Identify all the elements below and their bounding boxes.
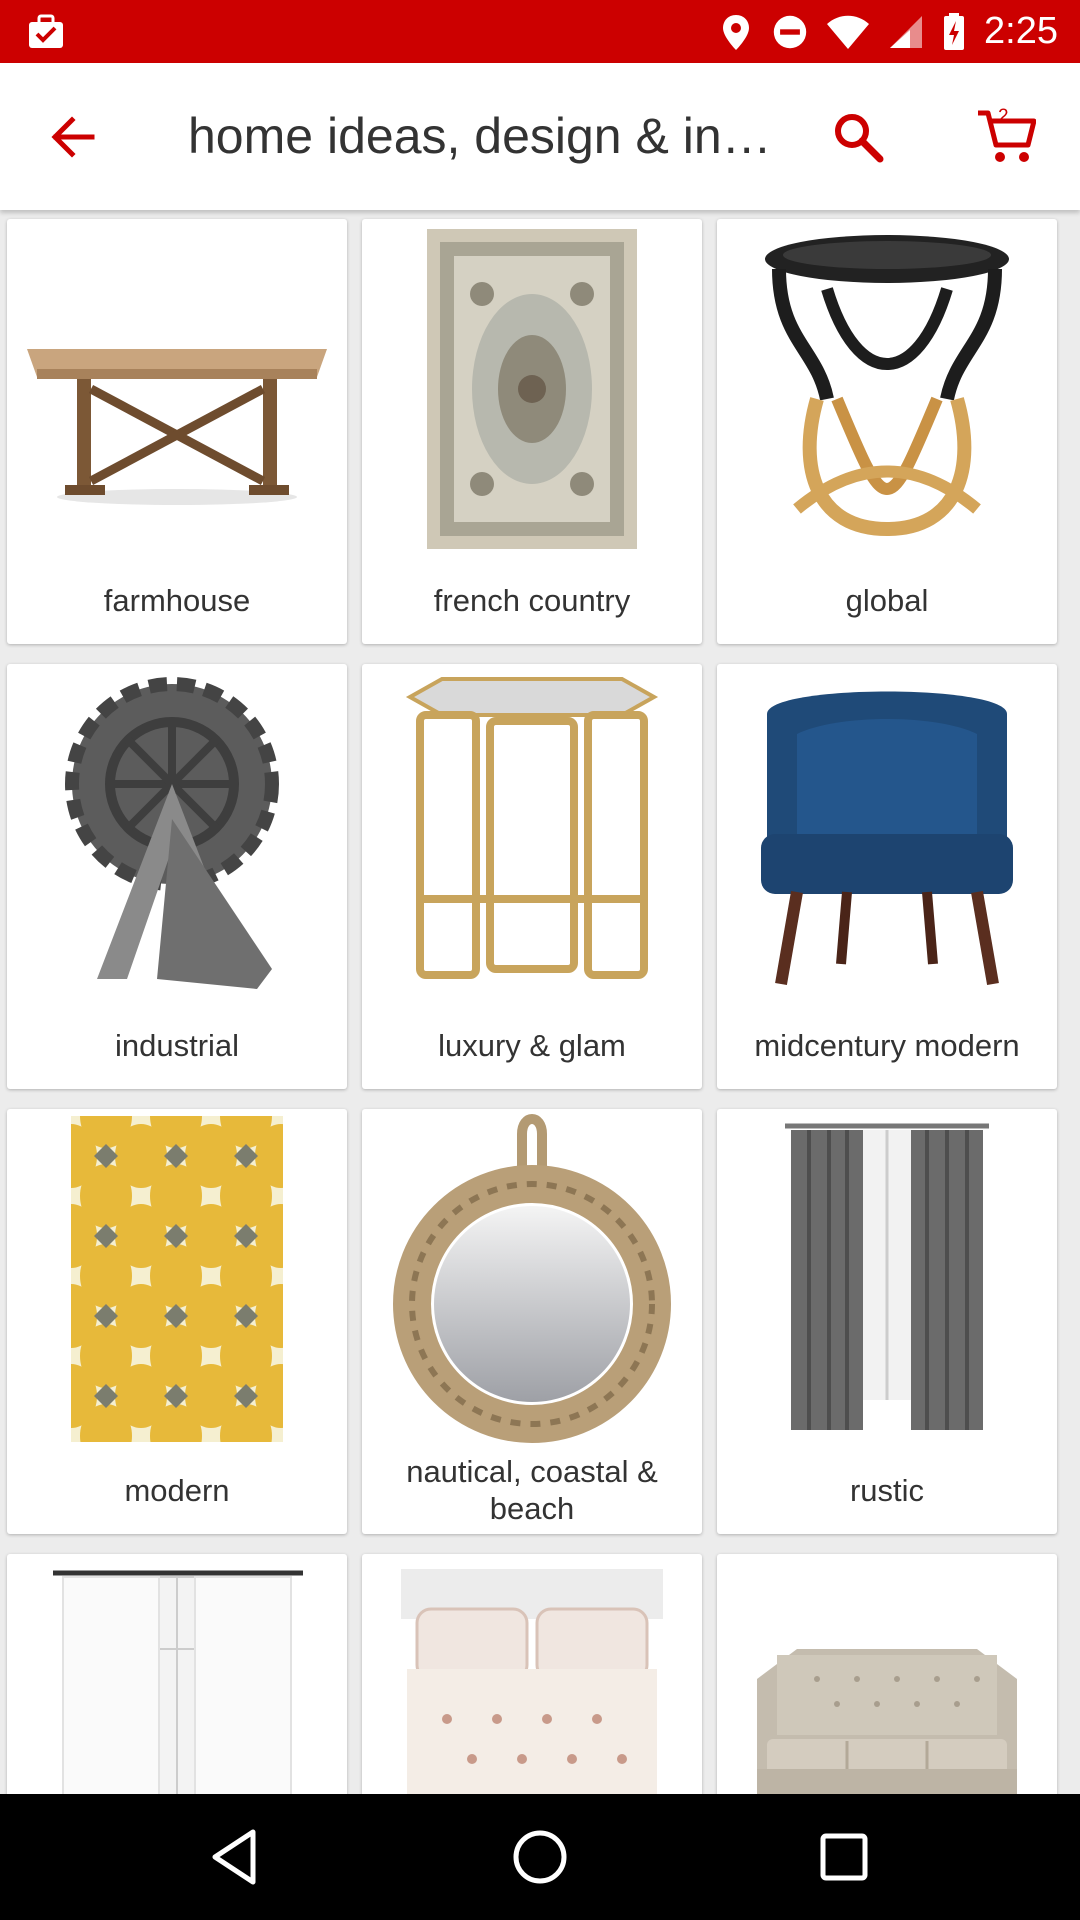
system-nav-bar (0, 1794, 1080, 1920)
back-triangle-icon[interactable] (203, 1824, 269, 1890)
recents-square-icon[interactable] (811, 1824, 877, 1890)
category-card-rustic[interactable]: rustic (717, 1109, 1057, 1534)
category-image (362, 1109, 702, 1449)
category-image (7, 1554, 347, 1794)
category-card-modern[interactable]: modern (7, 1109, 347, 1534)
category-card-nautical-coastal-beach[interactable]: nautical, coastal & beach (362, 1109, 702, 1534)
category-image (717, 1109, 1057, 1449)
category-label: farmhouse (103, 582, 251, 618)
category-card-luxury-glam[interactable]: luxury & glam (362, 664, 702, 1089)
wifi-icon (827, 15, 870, 49)
search-icon[interactable] (830, 109, 886, 165)
category-label: luxury & glam (438, 1027, 626, 1063)
app-bar: home ideas, design & inspiration 2 (0, 63, 1080, 210)
category-image (717, 1554, 1057, 1794)
category-image (717, 664, 1057, 1004)
status-bar: 2:25 (0, 0, 1080, 63)
arrow-back-icon[interactable] (46, 110, 100, 164)
cart-button[interactable]: 2 (976, 105, 1037, 165)
status-time: 2:25 (984, 10, 1058, 52)
category-image (7, 219, 347, 559)
battery-charging-icon (944, 12, 965, 50)
category-card[interactable] (717, 1554, 1057, 1794)
location-icon (723, 14, 750, 50)
category-image (717, 219, 1057, 559)
category-card-industrial[interactable]: industrial (7, 664, 347, 1089)
category-grid: farmhouse french country global industri… (0, 210, 1080, 1794)
page-title: home ideas, design & inspiration (188, 108, 788, 164)
category-card-global[interactable]: global (717, 219, 1057, 644)
home-circle-icon[interactable] (507, 1824, 573, 1890)
category-image (7, 1109, 347, 1449)
category-image (362, 1554, 702, 1794)
category-label: modern (124, 1472, 230, 1508)
category-label: global (845, 582, 929, 618)
do-not-disturb-icon (773, 15, 807, 48)
category-card[interactable] (362, 1554, 702, 1794)
category-label: nautical, coastal & beach (406, 1454, 658, 1526)
category-card-french-country[interactable]: french country (362, 219, 702, 644)
signal-icon (890, 15, 923, 48)
category-label: midcentury modern (754, 1027, 1020, 1063)
category-image (7, 664, 347, 1004)
category-label: french country (433, 582, 631, 618)
category-card-farmhouse[interactable]: farmhouse (7, 219, 347, 644)
category-card-midcentury-modern[interactable]: midcentury modern (717, 664, 1057, 1089)
category-image (362, 664, 702, 1004)
cart-count-badge: 2 (998, 106, 1009, 127)
category-card[interactable] (7, 1554, 347, 1794)
briefcase-check-icon (29, 14, 63, 48)
category-image (362, 219, 702, 559)
category-label: rustic (849, 1472, 925, 1508)
category-label: industrial (114, 1027, 240, 1063)
